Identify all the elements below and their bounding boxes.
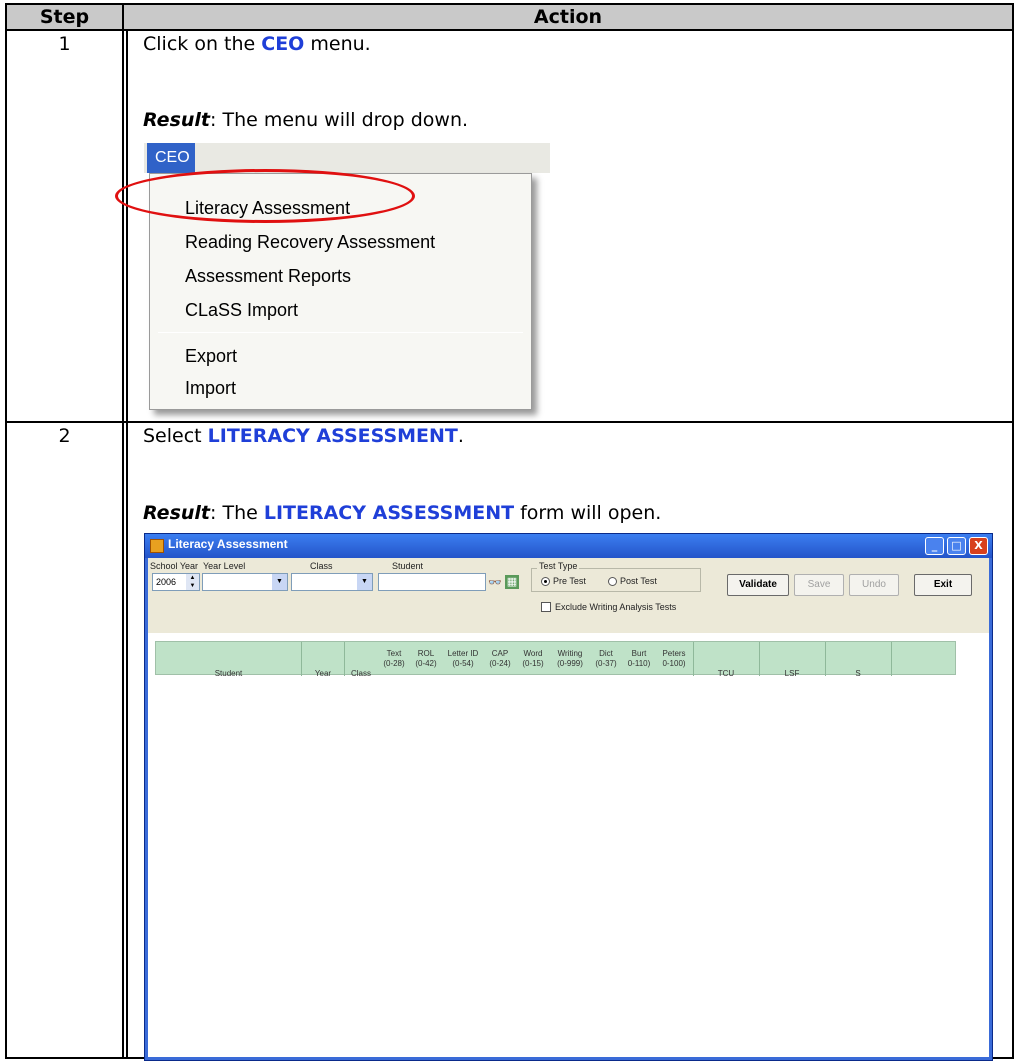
school-year-label: School Year <box>150 561 199 571</box>
step-result: Result: The menu will drop down. <box>143 109 469 131</box>
year-level-select[interactable]: ▼ <box>202 573 288 591</box>
school-year-stepper[interactable]: 2006 ▲ ▼ <box>152 573 200 591</box>
validate-button[interactable]: Validate <box>727 574 789 596</box>
menu-item-import[interactable]: Import <box>185 378 236 399</box>
highlight-circle <box>115 169 415 223</box>
year-level-label: Year Level <box>203 561 246 571</box>
pre-test-radio[interactable] <box>541 577 550 586</box>
column-header-text[interactable]: Text (0-28) <box>378 649 410 669</box>
column-header-cap[interactable]: CAP (0-24) <box>484 649 516 669</box>
step-column-header: Step <box>39 6 90 28</box>
menu-item-class-import[interactable]: CLaSS Import <box>185 300 298 321</box>
pre-test-label: Pre Test <box>553 576 586 586</box>
app-icon <box>150 539 164 553</box>
literacy-assessment-window: Literacy Assessment _ □ X School Year 20… <box>144 533 993 1061</box>
student-grid-icon[interactable]: ▦ <box>505 575 519 589</box>
post-test-label: Post Test <box>620 576 657 586</box>
step-number: 2 <box>58 425 71 447</box>
column-header-letter-id[interactable]: Letter ID (0-54) <box>442 649 484 669</box>
ceo-menu[interactable]: CEO <box>147 143 195 173</box>
column-header-burt[interactable]: Burt 0-110) <box>622 649 656 669</box>
class-select[interactable]: ▼ <box>291 573 373 591</box>
window-title-bar: Literacy Assessment _ □ X <box>145 534 992 558</box>
step-result: Result: The LITERACY ASSESSMENT form wil… <box>143 502 662 524</box>
instruction-table: Step Action 1 Click on the CEO menu. Res… <box>5 3 1014 1061</box>
menu-bar: CEO <box>144 143 550 173</box>
window-body: School Year 2006 ▲ ▼ Year Level ▼ Class ▼… <box>148 558 989 1057</box>
menu-item-reading-recovery-assessment[interactable]: Reading Recovery Assessment <box>185 232 435 253</box>
close-icon[interactable]: X <box>969 537 988 555</box>
student-grid[interactable] <box>155 676 956 1053</box>
undo-button[interactable]: Undo <box>849 574 899 596</box>
student-field[interactable] <box>378 573 486 591</box>
chevron-down-icon[interactable]: ▼ <box>357 574 372 590</box>
maximize-icon[interactable]: □ <box>947 537 966 555</box>
save-button[interactable]: Save <box>794 574 844 596</box>
menu-separator <box>158 332 523 333</box>
exit-button[interactable]: Exit <box>914 574 972 596</box>
student-label: Student <box>392 561 424 571</box>
column-header-rol[interactable]: ROL (0-42) <box>410 649 442 669</box>
exclude-writing-checkbox[interactable] <box>541 602 551 612</box>
column-header-word[interactable]: Word (0-15) <box>516 649 550 669</box>
minimize-icon[interactable]: _ <box>925 537 944 555</box>
binoculars-icon[interactable]: 👓 <box>488 576 502 590</box>
step-instruction: Click on the CEO menu. <box>143 33 371 55</box>
menu-item-assessment-reports[interactable]: Assessment Reports <box>185 266 351 287</box>
menu-item-export[interactable]: Export <box>185 346 237 367</box>
column-header-writing[interactable]: Writing (0-999) <box>550 649 590 669</box>
column-separator <box>891 642 892 676</box>
step-instruction: Select LITERACY ASSESSMENT. <box>143 425 464 447</box>
column-header-dict[interactable]: Dict (0-37) <box>590 649 622 669</box>
exclude-writing-label: Exclude Writing Analysis Tests <box>555 602 677 612</box>
window-title: Literacy Assessment <box>168 537 288 551</box>
chevron-down-icon[interactable]: ▼ <box>272 574 287 590</box>
post-test-radio[interactable] <box>608 577 617 586</box>
grid-header: Student Year Class Text (0-28) ROL (0-42) … <box>155 641 956 678</box>
test-type-label: Test Type <box>537 561 580 571</box>
column-header-peters[interactable]: Peters 0-100) <box>656 649 692 669</box>
class-label: Class <box>310 561 333 571</box>
column-divider <box>122 5 124 1057</box>
table-header-row: Step Action <box>7 5 1012 31</box>
step-number: 1 <box>58 33 71 55</box>
filter-toolbar: School Year 2006 ▲ ▼ Year Level ▼ Class ▼… <box>148 558 989 633</box>
action-column-header: Action <box>533 6 603 28</box>
spin-arrows-icon[interactable]: ▲ ▼ <box>186 574 199 590</box>
row-divider <box>7 421 1012 423</box>
